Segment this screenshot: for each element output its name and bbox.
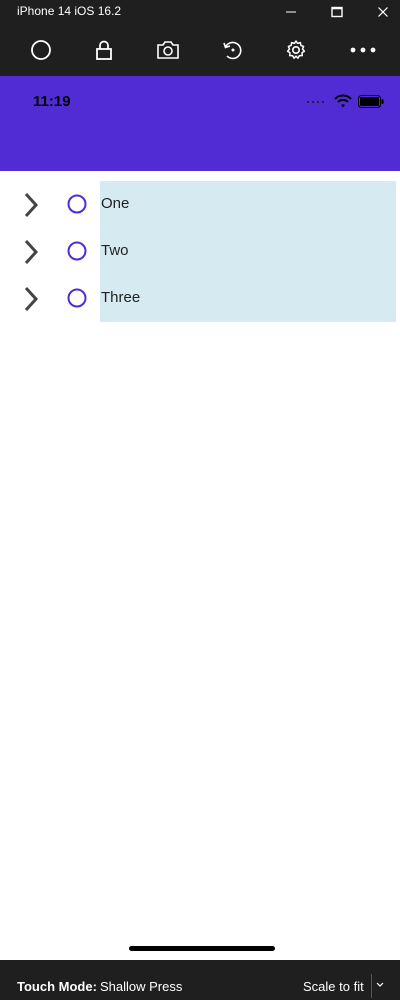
wifi-icon [334, 94, 352, 108]
more-icon [350, 47, 376, 53]
status-time: 11:19 [33, 93, 71, 110]
minimize-icon [286, 11, 296, 13]
tree-item[interactable]: Three [0, 275, 400, 322]
tree-item-label: Two [101, 242, 129, 259]
tree-view: One Two Three [0, 181, 400, 322]
minimize-button[interactable] [268, 0, 314, 24]
cellular-icon [307, 101, 324, 103]
tree-item[interactable]: One [0, 181, 400, 228]
expand-button[interactable] [19, 286, 43, 312]
status-bar: 11:19 [0, 76, 400, 171]
simulator-toolbar [0, 24, 400, 76]
touch-mode-value[interactable]: Shallow Press [100, 979, 182, 994]
window-title: iPhone 14 iOS 16.2 [17, 4, 122, 18]
status-icons [306, 94, 384, 108]
chevron-down-icon [376, 982, 384, 987]
close-icon [378, 7, 388, 17]
camera-icon [157, 41, 179, 59]
window-title-bar: iPhone 14 iOS 16.2 [0, 0, 400, 24]
settings-button[interactable] [283, 37, 309, 63]
selection-highlight [100, 275, 396, 322]
home-button[interactable] [28, 37, 54, 63]
selection-highlight [100, 228, 396, 275]
lock-button[interactable] [91, 37, 117, 63]
bottom-bar: Touch Mode: Shallow Press Scale to fit [0, 960, 400, 1000]
radio-circle-icon[interactable] [67, 194, 87, 214]
home-indicator[interactable] [129, 946, 275, 951]
chevron-right-icon [24, 286, 39, 312]
maximize-icon [331, 6, 343, 18]
chevron-right-icon [24, 239, 39, 265]
tree-item-label: Three [101, 289, 141, 306]
close-button[interactable] [360, 0, 400, 24]
battery-icon [358, 94, 384, 108]
expand-button[interactable] [19, 239, 43, 265]
device-screen: 11:19 One Two Three [0, 76, 400, 960]
tree-item[interactable]: Two [0, 228, 400, 275]
maximize-button[interactable] [314, 0, 360, 24]
scale-dropdown-button[interactable] [374, 978, 386, 992]
home-icon [31, 40, 51, 60]
gear-icon [286, 40, 306, 59]
more-button[interactable] [348, 37, 378, 63]
radio-circle-icon[interactable] [67, 288, 87, 308]
radio-circle-icon[interactable] [67, 241, 87, 261]
scale-selector[interactable]: Scale to fit [303, 979, 364, 994]
expand-button[interactable] [19, 192, 43, 218]
rotate-button[interactable] [219, 37, 245, 63]
lock-icon [96, 40, 112, 60]
chevron-right-icon [24, 192, 39, 218]
screenshot-button[interactable] [155, 37, 181, 63]
divider [371, 974, 372, 998]
selection-highlight [100, 181, 396, 228]
tree-item-label: One [101, 195, 130, 212]
rotate-icon [223, 41, 242, 60]
touch-mode-label: Touch Mode: [17, 979, 97, 994]
